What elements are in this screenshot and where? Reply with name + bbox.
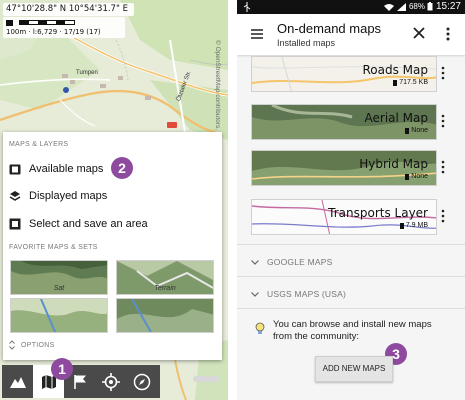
aerial-map-card[interactable]: Aerial Map None (251, 104, 437, 140)
callout-1: 1 (51, 358, 73, 380)
add-new-maps-button[interactable]: ADD NEW MAPS (315, 356, 393, 382)
mountain-map-button[interactable] (2, 365, 33, 398)
scale-icon (6, 20, 13, 26)
usb-icon (243, 2, 251, 14)
scale-widget: 100m · l:6,729 · 17/19 (17) (3, 17, 125, 38)
layers-icon (9, 190, 21, 202)
google-maps-label: GOOGLE MAPS (267, 257, 333, 267)
roads-map-name: Roads Map (362, 63, 428, 77)
scale-bar (19, 20, 75, 25)
favorite-terrain-thumbnail[interactable]: Terrain (116, 260, 214, 295)
select-save-area-item[interactable]: Select and save an area (3, 211, 222, 237)
options-label: OPTIONS (21, 341, 55, 349)
aerial-map-size-text: None (411, 127, 428, 134)
map-book-icon (9, 163, 21, 175)
favorite-maps-title: FAVORITE MAPS & SETS (9, 244, 98, 251)
roads-map-size: 717.5 KB (393, 79, 428, 86)
bottom-toolbar (2, 365, 160, 398)
options-button[interactable]: OPTIONS (9, 340, 55, 350)
app-bar: On-demand maps Installed maps (237, 14, 465, 55)
storage-icon (405, 127, 410, 134)
favorite-preview-4 (117, 299, 213, 332)
page-title: On-demand maps (277, 21, 382, 36)
sat-label: Sat (53, 285, 65, 292)
close-icon[interactable] (412, 26, 426, 40)
transports-layer-size-text: 7.9 MB (405, 222, 428, 229)
browse-community-text: You can browse and install new maps from… (273, 319, 432, 342)
scale-text: 100m · l:6,729 · 17/19 (17) (6, 28, 101, 36)
roads-map-size-text: 717.5 KB (399, 79, 428, 86)
place-label: Tumpen (76, 70, 98, 76)
transports-layer-more-icon[interactable] (441, 209, 445, 223)
select-save-area-label: Select and save an area (29, 218, 148, 230)
transports-layer-card[interactable]: Transports Layer 7.9 MB (251, 199, 437, 235)
usgs-maps-group[interactable]: USGS MAPS (USA) (251, 289, 346, 299)
aerial-map-more-icon[interactable] (441, 114, 445, 128)
location-button[interactable] (95, 365, 126, 398)
chevron-down-icon (251, 291, 259, 297)
menu-icon[interactable] (251, 28, 263, 40)
battery-percent: 68% (408, 2, 425, 11)
available-maps-label: Available maps (29, 163, 104, 175)
displayed-maps-label: Displayed maps (29, 190, 108, 202)
more-vert-icon[interactable] (445, 26, 451, 42)
expand-icon (9, 340, 15, 350)
status-bar: 68% 15:27 (237, 0, 465, 14)
lightbulb-icon (255, 322, 265, 334)
chevron-down-icon (251, 259, 259, 265)
roads-map-more-icon[interactable] (441, 66, 445, 80)
divider (237, 276, 465, 277)
storage-icon (399, 222, 404, 229)
crosshair-icon (101, 372, 120, 391)
displayed-maps-item[interactable]: Displayed maps (3, 183, 222, 209)
compass-button[interactable] (126, 365, 157, 398)
aerial-map-name: Aerial Map (364, 111, 428, 125)
aerial-map-size: None (405, 127, 428, 134)
divider (237, 244, 465, 245)
coordinates-display: 47°10'28.8" N 10°54'31.7" E (3, 3, 134, 16)
on-demand-maps-screen: 68% 15:27 On-demand maps Installed maps … (237, 0, 465, 400)
mountain-map-icon (9, 376, 26, 388)
page-subtitle: Installed maps (277, 38, 336, 48)
transports-layer-name: Transports Layer (328, 206, 428, 220)
download-area-icon (9, 218, 21, 230)
compass-icon (133, 373, 150, 390)
maps-layers-panel: MAPS & LAYERS Available maps 2 Displayed… (3, 132, 222, 360)
favorite-thumbnail-3[interactable] (10, 298, 108, 333)
road-number-badge (167, 122, 177, 128)
hybrid-map-card[interactable]: Hybrid Map None (251, 150, 437, 186)
storage-icon (393, 79, 398, 86)
map-copyright: © OpenStreetMap contributors, CC-BY-SA (211, 40, 221, 162)
favorite-sat-thumbnail[interactable]: Sat (10, 260, 108, 295)
favorite-preview-3 (11, 299, 107, 332)
terrain-label: Terrain (154, 285, 176, 292)
screenshot-pair: 47°10'28.8" N 10°54'31.7" E 100m · l:6,7… (0, 0, 465, 400)
signal-icon (396, 2, 406, 11)
hybrid-map-size: None (405, 173, 428, 180)
maps-layers-title: MAPS & LAYERS (9, 141, 69, 148)
hybrid-map-size-text: None (411, 173, 428, 180)
favorite-thumbnail-4[interactable] (116, 298, 214, 333)
flag-icon (73, 374, 86, 389)
map-screen: 47°10'28.8" N 10°54'31.7" E 100m · l:6,7… (0, 0, 228, 400)
callout-2: 2 (111, 157, 133, 179)
google-maps-group[interactable]: GOOGLE MAPS (251, 257, 333, 267)
divider (237, 308, 465, 309)
storage-icon (405, 173, 410, 180)
roads-map-card[interactable]: Roads Map 717.5 KB (251, 56, 437, 92)
usgs-maps-label: USGS MAPS (USA) (267, 289, 347, 299)
hybrid-map-more-icon[interactable] (441, 160, 445, 174)
transports-layer-size: 7.9 MB (399, 222, 428, 229)
battery-icon (427, 2, 433, 11)
clock: 15:27 (435, 1, 461, 12)
wifi-icon (383, 3, 394, 11)
hybrid-map-name: Hybrid Map (359, 157, 428, 171)
map-handle[interactable] (193, 376, 219, 382)
